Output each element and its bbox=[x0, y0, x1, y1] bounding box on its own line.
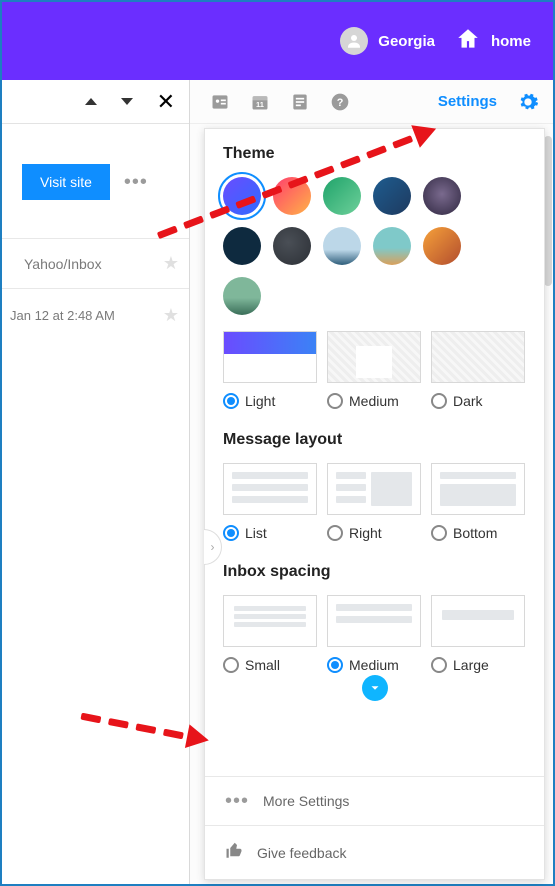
more-settings[interactable]: ••• More Settings bbox=[205, 776, 544, 825]
layout-bottom[interactable] bbox=[431, 463, 525, 515]
mode-light[interactable] bbox=[223, 331, 317, 383]
radio-large[interactable]: Large bbox=[431, 657, 525, 673]
notes-icon[interactable] bbox=[290, 92, 310, 112]
home-link[interactable]: home bbox=[455, 26, 531, 56]
radio-spacing-medium[interactable]: Medium bbox=[327, 657, 421, 673]
inbox-label: Yahoo/Inbox bbox=[24, 256, 102, 272]
theme-swatch-5[interactable] bbox=[223, 227, 261, 265]
gear-icon[interactable] bbox=[517, 91, 539, 113]
theme-swatch-3[interactable] bbox=[373, 177, 411, 215]
spacing-small[interactable] bbox=[223, 595, 317, 647]
spacing-large[interactable] bbox=[431, 595, 525, 647]
scroll-down-icon[interactable] bbox=[362, 675, 388, 701]
theme-swatch-7[interactable] bbox=[323, 227, 361, 265]
layout-list[interactable] bbox=[223, 463, 317, 515]
thumb-icon bbox=[225, 842, 243, 863]
visit-site-button[interactable]: Visit site bbox=[22, 164, 110, 200]
layout-title: Message layout bbox=[223, 431, 526, 449]
settings-panel: › Theme Light Medium Dark Message layou bbox=[204, 128, 545, 880]
avatar-icon bbox=[340, 27, 368, 55]
svg-text:11: 11 bbox=[256, 100, 264, 109]
radio-dark[interactable]: Dark bbox=[431, 393, 525, 409]
close-icon[interactable]: ✕ bbox=[157, 89, 175, 115]
theme-swatch-10[interactable] bbox=[223, 277, 261, 315]
radio-small[interactable]: Small bbox=[223, 657, 317, 673]
home-icon bbox=[455, 26, 481, 56]
spacing-title: Inbox spacing bbox=[223, 563, 526, 581]
radio-right[interactable]: Right bbox=[327, 525, 421, 541]
home-label: home bbox=[491, 33, 531, 50]
layout-right[interactable] bbox=[327, 463, 421, 515]
theme-swatch-8[interactable] bbox=[373, 227, 411, 265]
contacts-icon[interactable] bbox=[210, 92, 230, 112]
radio-light[interactable]: Light bbox=[223, 393, 317, 409]
svg-text:?: ? bbox=[337, 97, 344, 109]
calendar-icon[interactable]: 11 bbox=[250, 92, 270, 112]
theme-swatch-9[interactable] bbox=[423, 227, 461, 265]
user-menu[interactable]: Georgia bbox=[340, 27, 435, 55]
theme-swatch-6[interactable] bbox=[273, 227, 311, 265]
left-column: ✕ Visit site ••• Yahoo/Inbox ★ Jan 12 at… bbox=[2, 80, 190, 884]
mode-dark[interactable] bbox=[431, 331, 525, 383]
next-icon[interactable] bbox=[121, 98, 133, 105]
radio-medium[interactable]: Medium bbox=[327, 393, 421, 409]
message-row[interactable]: Jan 12 at 2:48 AM ★ bbox=[2, 289, 189, 326]
help-icon[interactable]: ? bbox=[330, 92, 350, 112]
star-icon[interactable]: ★ bbox=[163, 253, 179, 274]
prev-icon[interactable] bbox=[85, 98, 97, 105]
spacing-medium[interactable] bbox=[327, 595, 421, 647]
give-feedback[interactable]: Give feedback bbox=[205, 825, 544, 879]
radio-list[interactable]: List bbox=[223, 525, 317, 541]
top-bar: Georgia home bbox=[2, 2, 553, 80]
scrollbar[interactable] bbox=[544, 136, 552, 286]
settings-link[interactable]: Settings bbox=[438, 93, 497, 110]
timestamp: Jan 12 at 2:48 AM bbox=[10, 308, 115, 323]
mode-medium[interactable] bbox=[327, 331, 421, 383]
user-name: Georgia bbox=[378, 33, 435, 50]
theme-swatch-4[interactable] bbox=[423, 177, 461, 215]
radio-bottom[interactable]: Bottom bbox=[431, 525, 525, 541]
star-icon[interactable]: ★ bbox=[163, 305, 179, 326]
